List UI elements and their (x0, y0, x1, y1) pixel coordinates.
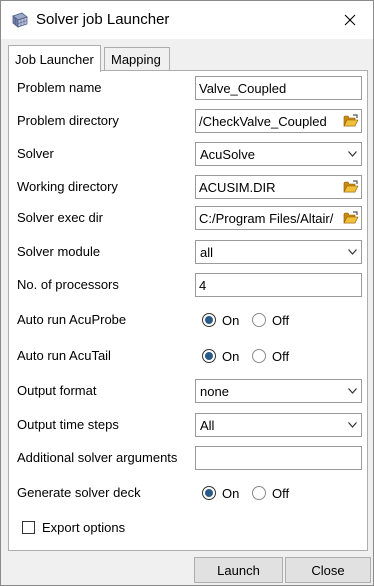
tab-label: Mapping (111, 52, 161, 67)
export-options-checkbox-row[interactable]: Export options (22, 520, 125, 535)
solver-module-label: Solver module (17, 244, 101, 259)
tab-job-launcher[interactable]: Job Launcher (8, 45, 101, 72)
job-launcher-panel: Problem name Problem directory Solver (8, 70, 368, 551)
radio-selected-indicator (202, 313, 216, 327)
title-bar: Solver job Launcher (1, 1, 373, 39)
solver-module-select[interactable]: all (195, 240, 362, 264)
solver-job-launcher-window: Solver job Launcher Job Launcher Mapping… (0, 0, 374, 586)
additional-solver-arguments-field[interactable] (195, 446, 362, 470)
close-icon (344, 14, 356, 26)
chevron-down-icon[interactable] (344, 414, 361, 436)
generate-solver-deck-label: Generate solver deck (17, 485, 141, 500)
solver-exec-dir-field[interactable] (195, 206, 362, 230)
output-time-steps-label: Output time steps (17, 417, 119, 432)
solver-module-value: all (200, 245, 214, 260)
problem-name-field[interactable] (195, 76, 362, 100)
row-solver-module: Solver module all (9, 240, 369, 264)
generate-solver-deck-on-radio[interactable]: On (202, 484, 239, 502)
output-format-label: Output format (17, 383, 97, 398)
num-processors-label: No. of processors (17, 277, 119, 292)
window-title: Solver job Launcher (36, 11, 170, 28)
row-output-time-steps: Output time steps All (9, 413, 369, 437)
auto-run-acuprobe-label: Auto run AcuProbe (17, 312, 127, 327)
output-format-value: none (200, 384, 229, 399)
output-format-select[interactable]: none (195, 379, 362, 403)
radio-on-label: On (222, 312, 240, 328)
solver-label: Solver (17, 146, 54, 161)
radio-off-label: Off (272, 312, 290, 328)
output-time-steps-value: All (200, 418, 215, 433)
tab-label: Job Launcher (15, 51, 94, 67)
additional-solver-arguments-label: Additional solver arguments (17, 450, 178, 465)
num-processors-field[interactable] (195, 273, 362, 297)
solver-select[interactable]: AcuSolve (195, 142, 362, 166)
solver-exec-dir-input[interactable] (199, 210, 344, 227)
row-output-format: Output format none (9, 379, 369, 403)
row-problem-name: Problem name (9, 76, 369, 100)
auto-run-acutail-label: Auto run AcuTail (17, 348, 111, 363)
additional-solver-arguments-input[interactable] (199, 450, 359, 467)
problem-name-input[interactable] (199, 80, 359, 97)
row-generate-solver-deck: Generate solver deck On Off (9, 481, 369, 505)
row-additional-solver-arguments: Additional solver arguments (9, 446, 369, 470)
radio-unselected-indicator (252, 349, 266, 363)
export-options-label: Export options (42, 520, 126, 535)
folder-open-icon[interactable] (343, 179, 359, 195)
row-working-directory: Working directory (9, 175, 369, 199)
num-processors-input[interactable] (199, 277, 359, 294)
dialog-footer: Launch Close (1, 553, 373, 586)
row-solver: Solver AcuSolve (9, 142, 369, 166)
generate-solver-deck-off-radio[interactable]: Off (252, 484, 289, 502)
auto-run-acutail-on-radio[interactable]: On (202, 347, 239, 365)
problem-directory-label: Problem directory (17, 113, 119, 128)
chevron-down-icon[interactable] (344, 143, 361, 165)
radio-on-label: On (222, 485, 240, 501)
radio-unselected-indicator (252, 486, 266, 500)
problem-name-label: Problem name (17, 80, 102, 95)
launch-button[interactable]: Launch (194, 557, 283, 583)
export-options-checkbox[interactable] (22, 521, 35, 534)
window-close-button[interactable] (327, 1, 373, 39)
working-directory-field[interactable] (195, 175, 362, 199)
auto-run-acutail-off-radio[interactable]: Off (252, 347, 289, 365)
tab-mapping[interactable]: Mapping (104, 47, 170, 71)
row-auto-run-acuprobe: Auto run AcuProbe On Off (9, 308, 369, 332)
working-directory-label: Working directory (17, 179, 118, 194)
problem-directory-field[interactable] (195, 109, 362, 133)
radio-off-label: Off (272, 348, 290, 364)
output-time-steps-select[interactable]: All (195, 413, 362, 437)
radio-off-label: Off (272, 485, 290, 501)
solver-exec-dir-label: Solver exec dir (17, 210, 103, 225)
radio-selected-indicator (202, 349, 216, 363)
row-num-processors: No. of processors (9, 273, 369, 297)
problem-directory-input[interactable] (199, 113, 344, 130)
auto-run-acuprobe-off-radio[interactable]: Off (252, 311, 289, 329)
row-solver-exec-dir: Solver exec dir (9, 206, 369, 230)
row-auto-run-acutail: Auto run AcuTail On Off (9, 344, 369, 368)
folder-open-icon[interactable] (343, 113, 359, 129)
auto-run-acuprobe-on-radio[interactable]: On (202, 311, 239, 329)
radio-unselected-indicator (252, 313, 266, 327)
solver-value: AcuSolve (200, 147, 255, 162)
grid-app-icon (11, 11, 29, 29)
radio-selected-indicator (202, 486, 216, 500)
radio-on-label: On (222, 348, 240, 364)
chevron-down-icon[interactable] (344, 380, 361, 402)
working-directory-input[interactable] (199, 179, 344, 196)
close-button[interactable]: Close (285, 557, 371, 583)
row-problem-directory: Problem directory (9, 109, 369, 133)
chevron-down-icon[interactable] (344, 241, 361, 263)
folder-open-icon[interactable] (343, 210, 359, 226)
